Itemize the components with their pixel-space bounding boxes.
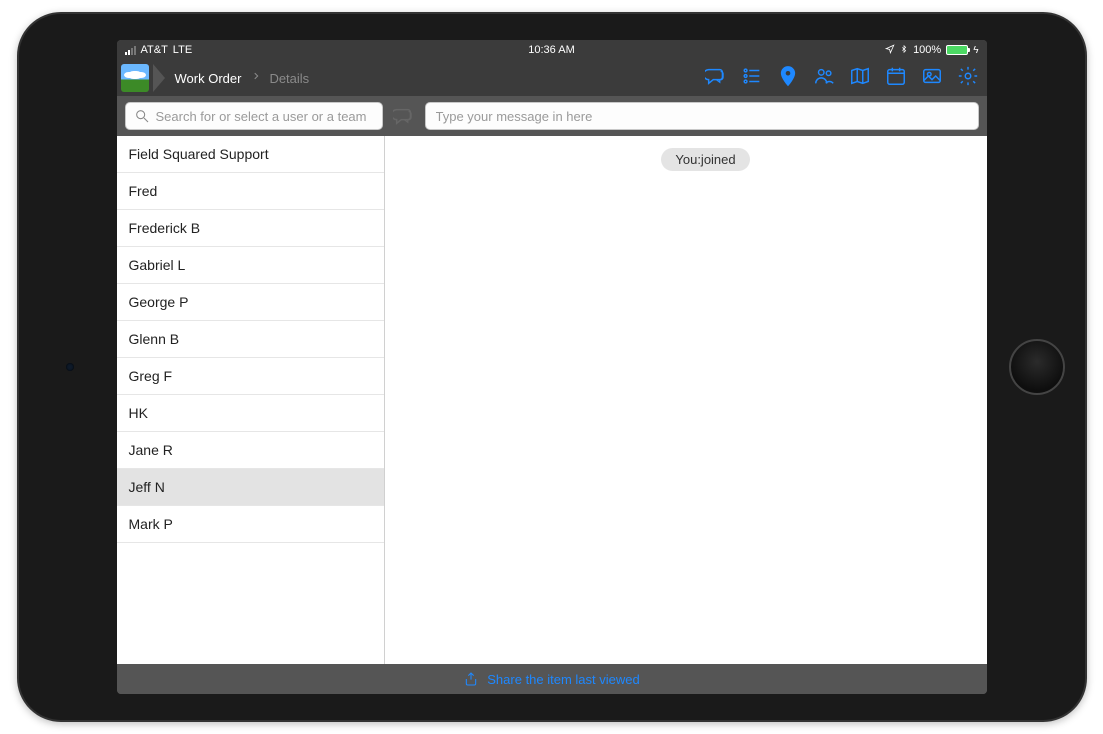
calendar-icon[interactable] bbox=[885, 65, 907, 92]
map-pin-icon[interactable] bbox=[777, 65, 799, 92]
tablet-outline: AT&T LTE 10:36 AM 100% ϟ bbox=[0, 0, 1103, 734]
contact-row[interactable]: Frederick B bbox=[117, 210, 384, 247]
contact-row[interactable]: George P bbox=[117, 284, 384, 321]
contact-row[interactable]: Glenn B bbox=[117, 321, 384, 358]
gear-icon[interactable] bbox=[957, 65, 979, 92]
conversation-icon bbox=[393, 105, 415, 127]
people-icon[interactable] bbox=[813, 65, 835, 92]
main-content: Field Squared SupportFredFrederick BGabr… bbox=[117, 136, 987, 664]
contact-row[interactable]: Mark P bbox=[117, 506, 384, 543]
list-icon[interactable] bbox=[741, 65, 763, 92]
tablet-frame: AT&T LTE 10:36 AM 100% ϟ bbox=[17, 12, 1087, 722]
app-nav-bar: Work Order Details bbox=[117, 60, 987, 96]
user-search-input[interactable] bbox=[156, 109, 374, 124]
signal-icon bbox=[125, 45, 136, 55]
battery-icon bbox=[946, 45, 968, 55]
charging-icon: ϟ bbox=[973, 45, 978, 56]
chat-area: You:joined bbox=[385, 136, 987, 664]
front-camera bbox=[66, 363, 74, 371]
chat-icon[interactable] bbox=[705, 65, 727, 92]
chevron-right-icon bbox=[251, 69, 261, 88]
share-label: Share the item last viewed bbox=[487, 672, 639, 687]
share-footer[interactable]: Share the item last viewed bbox=[117, 664, 987, 694]
system-message-bubble: You:joined bbox=[661, 148, 749, 171]
share-icon bbox=[463, 671, 479, 687]
contact-row[interactable]: Greg F bbox=[117, 358, 384, 395]
home-button[interactable] bbox=[1009, 339, 1065, 395]
contact-row[interactable]: Fred bbox=[117, 173, 384, 210]
photo-icon[interactable] bbox=[921, 65, 943, 92]
user-search-field[interactable] bbox=[125, 102, 383, 130]
battery-pct-label: 100% bbox=[913, 44, 941, 56]
location-icon bbox=[885, 44, 895, 57]
contact-row[interactable]: Gabriel L bbox=[117, 247, 384, 284]
carrier-label: AT&T bbox=[141, 44, 168, 56]
breadcrumb-chevron-icon bbox=[153, 64, 165, 92]
bluetooth-icon bbox=[900, 43, 908, 58]
ios-status-bar: AT&T LTE 10:36 AM 100% ϟ bbox=[117, 40, 987, 60]
contact-row[interactable]: Field Squared Support bbox=[117, 136, 384, 173]
contact-row[interactable]: Jane R bbox=[117, 432, 384, 469]
app-logo[interactable] bbox=[121, 64, 149, 92]
message-input-field[interactable] bbox=[425, 102, 979, 130]
contact-row[interactable]: Jeff N bbox=[117, 469, 384, 506]
map-icon[interactable] bbox=[849, 65, 871, 92]
clock-label: 10:36 AM bbox=[528, 44, 574, 56]
search-icon bbox=[134, 108, 150, 124]
contacts-sidebar[interactable]: Field Squared SupportFredFrederick BGabr… bbox=[117, 136, 385, 664]
contact-row[interactable]: HK bbox=[117, 395, 384, 432]
screen: AT&T LTE 10:36 AM 100% ϟ bbox=[117, 40, 987, 694]
message-input[interactable] bbox=[436, 109, 968, 124]
network-label: LTE bbox=[173, 44, 192, 56]
search-message-toolbar bbox=[117, 96, 987, 136]
breadcrumb-current[interactable]: Work Order bbox=[169, 71, 248, 86]
breadcrumb-next[interactable]: Details bbox=[265, 71, 313, 86]
